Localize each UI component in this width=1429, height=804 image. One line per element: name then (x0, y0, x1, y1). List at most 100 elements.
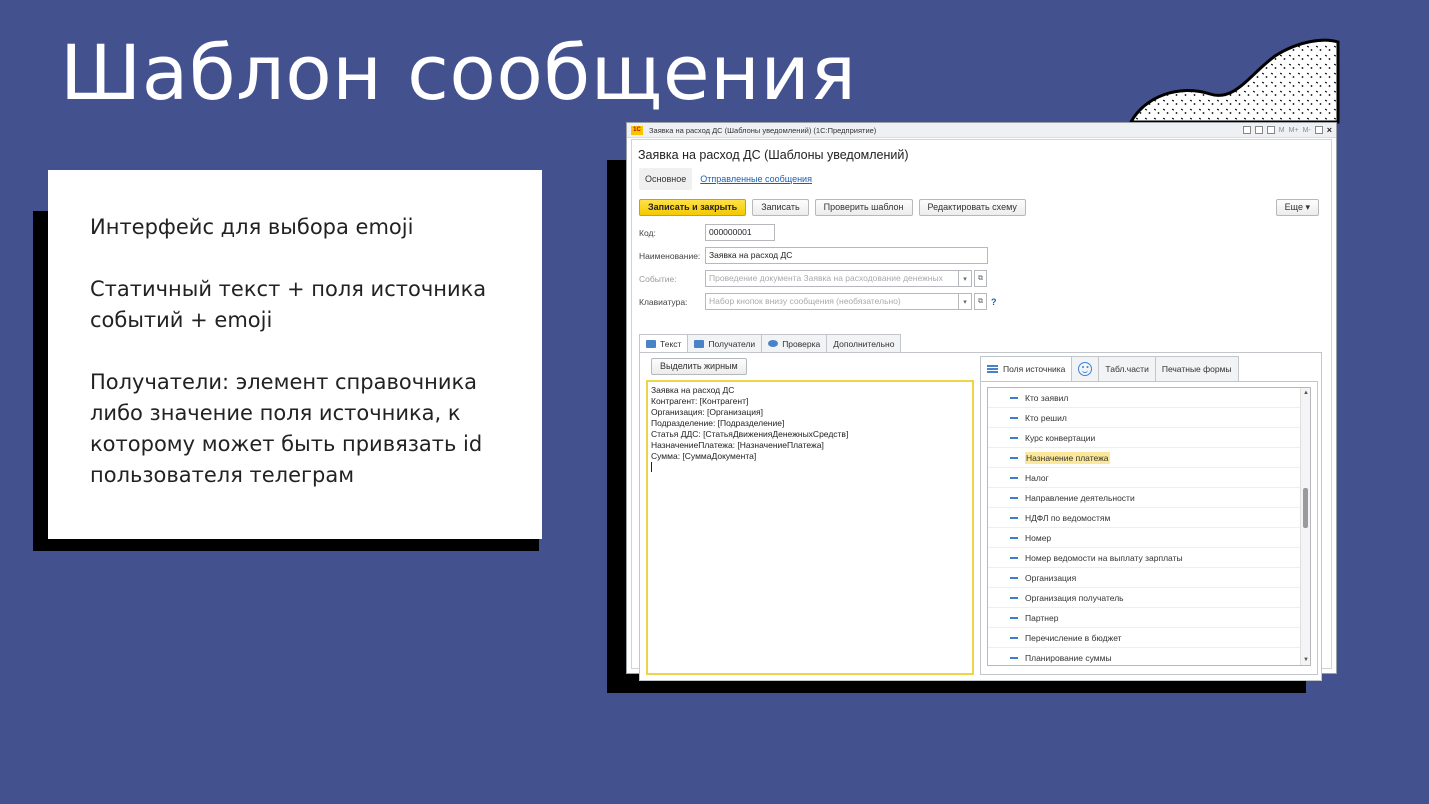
list-scrollbar[interactable]: ▲ ▼ (1300, 388, 1310, 665)
template-text-editor[interactable]: Заявка на расход ДС Контрагент: [Контраг… (646, 380, 974, 675)
name-label: Наименование: (639, 250, 701, 261)
smiley-icon (1078, 362, 1093, 376)
form-navigation: Основное Отправленные сообщения (639, 168, 818, 190)
memory-minus-button[interactable]: M- (1303, 127, 1311, 134)
tab-source-fields[interactable]: Поля источника (980, 356, 1073, 381)
list-item[interactable]: Организация (988, 568, 1310, 588)
edit-scheme-button[interactable]: Редактировать схему (918, 199, 1026, 216)
event-field[interactable]: Проведение документа Заявка на расходова… (705, 270, 959, 287)
list-item-label: Партнер (1025, 612, 1059, 623)
list-item-label: Налог (1025, 472, 1049, 483)
tab-emoji[interactable] (1071, 356, 1100, 381)
tab-recipients[interactable]: Получатели (687, 334, 763, 352)
list-item-selected[interactable]: Назначение платежа (988, 448, 1310, 468)
more-button[interactable]: Еще ▾ (1275, 199, 1319, 216)
field-icon (1010, 416, 1018, 419)
tab-text[interactable]: Текст (639, 334, 689, 353)
decorative-wave-pattern (1128, 38, 1340, 124)
window-title: Заявка на расход ДС (Шаблоны уведомлений… (649, 125, 877, 135)
form-toolbar: Записать и закрыть Записать Проверить ша… (639, 199, 1026, 216)
field-icon (1010, 476, 1018, 479)
app-logo-icon: 1С (631, 125, 643, 135)
event-dropdown-icon[interactable]: ▾ (959, 270, 972, 287)
field-icon (1010, 396, 1018, 399)
app-window: 1С Заявка на расход ДС (Шаблоны уведомле… (626, 122, 1337, 681)
field-icon (1010, 516, 1018, 519)
field-icon (1010, 496, 1018, 499)
calendar-icon[interactable] (1266, 126, 1275, 134)
list-item[interactable]: Номер ведомости на выплату зарплаты (988, 548, 1310, 568)
list-item[interactable]: НДФЛ по ведомостям (988, 508, 1310, 528)
memory-plus-button[interactable]: M+ (1289, 127, 1299, 134)
keyboard-open-icon[interactable]: ⧉ (974, 293, 987, 310)
list-item-label: Назначение платежа (1025, 451, 1110, 464)
list-icon (987, 364, 998, 374)
tab-text-label: Текст (660, 339, 682, 349)
nav-sent-messages[interactable]: Отправленные сообщения (694, 168, 818, 190)
check-template-button[interactable]: Проверить шаблон (814, 199, 913, 216)
scroll-down-icon[interactable]: ▼ (1301, 655, 1310, 665)
field-icon (1010, 636, 1018, 639)
make-bold-button[interactable]: Выделить жирным (651, 358, 747, 375)
list-item[interactable]: Кто заявил (988, 388, 1310, 408)
bullet-emoji-interface: Интерфейс для выбора emoji (90, 215, 414, 239)
code-row: Код: 000000001 (639, 224, 775, 241)
list-item[interactable]: Перечисление в бюджет (988, 628, 1310, 648)
calculator-icon[interactable] (1254, 126, 1263, 134)
tab-check[interactable]: Проверка (761, 334, 828, 352)
template-text: Заявка на расход ДС Контрагент: [Контраг… (651, 385, 849, 461)
form-body: Заявка на расход ДС (Шаблоны уведомлений… (631, 139, 1332, 681)
tab-print-forms[interactable]: Печатные формы (1154, 356, 1239, 381)
list-item[interactable]: Номер (988, 528, 1310, 548)
window-titlebar: 1С Заявка на расход ДС (Шаблоны уведомле… (627, 123, 1336, 138)
event-label: Событие: (639, 273, 677, 284)
scroll-thumb[interactable] (1303, 488, 1308, 528)
list-item[interactable]: Организация получатель (988, 588, 1310, 608)
form-tabs: Текст Получатели Проверка Дополнительно (639, 334, 902, 353)
help-icon[interactable]: ? (991, 297, 997, 307)
list-item[interactable]: Курс конвертации (988, 428, 1310, 448)
tab-source-fields-label: Поля источника (1003, 364, 1066, 374)
nav-main[interactable]: Основное (639, 168, 693, 190)
field-icon (1010, 656, 1018, 659)
text-tab-icon (646, 340, 656, 348)
tab-additional[interactable]: Дополнительно (826, 334, 902, 352)
source-fields-list: Кто заявил Кто решил Курс конвертации На… (987, 387, 1311, 666)
tab-tables-label: Табл.части (1105, 364, 1149, 374)
event-open-icon[interactable]: ⧉ (974, 270, 987, 287)
link-icon[interactable] (1242, 126, 1251, 134)
keyboard-field[interactable]: Набор кнопок внизу сообщения (необязател… (705, 293, 959, 310)
save-button[interactable]: Записать (752, 199, 809, 216)
maximize-icon[interactable] (1314, 126, 1323, 134)
tab-tables[interactable]: Табл.части (1098, 356, 1156, 381)
slide-title: Шаблон сообщения (60, 28, 857, 117)
list-item-label: Кто решил (1025, 412, 1067, 423)
code-label: Код: (639, 227, 656, 238)
source-tabs: Поля источника Табл.части Печатные формы (980, 356, 1239, 381)
code-field[interactable]: 000000001 (705, 224, 775, 241)
list-item[interactable]: Налог (988, 468, 1310, 488)
memory-button[interactable]: M (1279, 127, 1285, 134)
list-item[interactable]: Партнер (988, 608, 1310, 628)
scroll-up-icon[interactable]: ▲ (1301, 388, 1310, 398)
recipients-icon (694, 339, 705, 348)
list-item[interactable]: Планирование суммы (988, 648, 1310, 665)
text-caret (651, 462, 652, 472)
field-icon (1010, 556, 1018, 559)
keyboard-dropdown-icon[interactable]: ▾ (959, 293, 972, 310)
save-and-close-button[interactable]: Записать и закрыть (639, 199, 747, 216)
bullet-static-text: Статичный текст + поля источника событий… (90, 277, 487, 332)
list-item[interactable]: Направление деятельности (988, 488, 1310, 508)
list-item[interactable]: Кто решил (988, 408, 1310, 428)
name-row: Наименование: Заявка на расход ДС (639, 247, 988, 264)
close-icon[interactable]: × (1327, 125, 1332, 135)
list-item-label: Номер (1025, 532, 1052, 543)
name-field[interactable]: Заявка на расход ДС (705, 247, 988, 264)
form-title: Заявка на расход ДС (Шаблоны уведомлений… (638, 148, 909, 162)
list-item-label: Кто заявил (1025, 392, 1069, 403)
field-icon (1010, 596, 1018, 599)
tab-additional-label: Дополнительно (833, 338, 895, 349)
text-card: Интерфейс для выбора emoji Статичный тек… (48, 170, 542, 539)
keyboard-row: Клавиатура: Набор кнопок внизу сообщения… (639, 293, 997, 310)
list-item-label: Планирование суммы (1025, 652, 1112, 663)
